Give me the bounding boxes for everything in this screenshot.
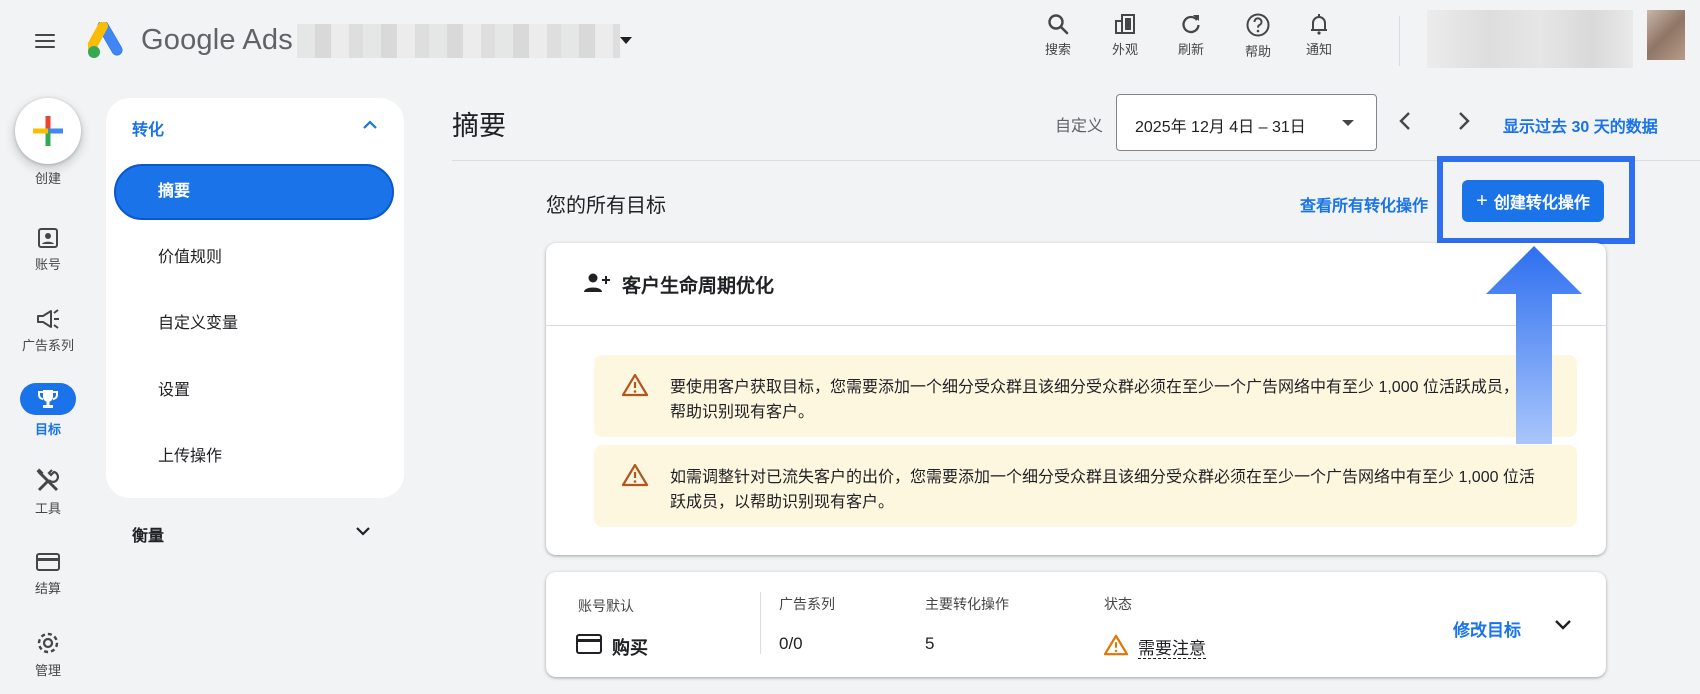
search-icon — [1048, 14, 1069, 35]
campaigns-value: 0/0 — [779, 634, 803, 653]
warning-icon — [622, 463, 648, 487]
search-label: 搜索 — [1044, 42, 1071, 57]
rail-item-admin[interactable]: 管理 — [0, 630, 96, 679]
user-info-redacted[interactable] — [1427, 10, 1633, 68]
gear-icon — [37, 632, 59, 654]
next-period-icon[interactable] — [1453, 109, 1473, 133]
account-switcher-caret-icon[interactable] — [620, 37, 632, 44]
page-title: 摘要 — [452, 111, 506, 141]
main-menu-button[interactable] — [32, 30, 58, 52]
billing-icon — [576, 634, 602, 654]
purchase-goal-card[interactable]: 账号默认 购买 广告系列 0/0 主要转化操作 5 状态 需要注意 修改目标 — [546, 572, 1606, 677]
expand-chevron-icon[interactable] — [1552, 616, 1574, 634]
campaigns-column-label: 广告系列 — [779, 596, 835, 612]
rail-label-billing: 结算 — [34, 581, 61, 596]
product-name: Google Ads — [141, 24, 293, 56]
goals-section-title: 您的所有目标 — [546, 195, 666, 217]
bell-icon — [1311, 14, 1327, 35]
trophy-icon — [38, 390, 58, 408]
lifecycle-card-title: 客户生命周期优化 — [622, 276, 775, 297]
subnav-measure[interactable]: 衡量 — [132, 522, 164, 546]
notifications-label: 通知 — [1305, 42, 1332, 57]
tools-icon — [36, 468, 59, 492]
warning-text: 如需调整针对已流失客户的出价，您需要添加一个细分受众群且该细分受众群必须在至少一… — [670, 469, 1535, 511]
refresh-icon — [1182, 15, 1200, 34]
primary-actions-column-label: 主要转化操作 — [925, 596, 1009, 612]
warning-banner: 要使用客户获取目标，您需要添加一个细分受众群且该细分受众群必须在至少一个广告网络… — [594, 355, 1577, 437]
date-custom-label: 自定义 — [1055, 118, 1104, 135]
help-button[interactable]: 帮助 — [1233, 12, 1283, 60]
toolbar-divider — [1399, 16, 1400, 66]
plus-icon — [33, 116, 63, 146]
appearance-icon — [1115, 14, 1135, 34]
create-button[interactable] — [15, 98, 81, 164]
status-needs-attention[interactable]: 需要注意 — [1138, 639, 1206, 659]
campaign-icon — [37, 309, 59, 329]
chevron-down-icon[interactable] — [354, 524, 372, 538]
notifications-button[interactable]: 通知 — [1294, 12, 1344, 58]
refresh-label: 刷新 — [1177, 42, 1204, 57]
create-label: 创建 — [34, 171, 61, 186]
subnav-item-uploads[interactable]: 上传操作 — [114, 429, 394, 485]
appearance-button[interactable]: 外观 — [1100, 12, 1150, 58]
rail-item-account[interactable]: 账号 — [0, 226, 96, 273]
rail-label-campaigns: 广告系列 — [21, 338, 74, 353]
rail-item-campaigns[interactable]: 广告系列 — [0, 307, 96, 354]
goals-active-pill — [20, 383, 76, 415]
avatar[interactable] — [1647, 10, 1685, 60]
appearance-label: 外观 — [1111, 42, 1138, 57]
card-divider — [760, 592, 761, 654]
rail-item-goals[interactable]: 目标 — [0, 383, 96, 438]
rail-label-goals: 目标 — [34, 422, 61, 437]
subnav-item-summary[interactable]: 摘要 — [114, 164, 394, 220]
edit-goal-link[interactable]: 修改目标 — [1453, 616, 1521, 641]
subnav-item-settings[interactable]: 设置 — [114, 363, 394, 419]
search-button[interactable]: 搜索 — [1033, 12, 1083, 58]
date-range-value: 2025年 12月 4日 – 31日 — [1135, 119, 1306, 136]
caret-down-icon — [1342, 120, 1354, 126]
annotation-arrow-icon — [1486, 246, 1582, 444]
account-icon — [38, 228, 58, 248]
rail-item-tools[interactable]: 工具 — [0, 468, 96, 517]
billing-icon — [36, 553, 60, 571]
help-label: 帮助 — [1244, 44, 1271, 59]
refresh-button[interactable]: 刷新 — [1166, 12, 1216, 58]
help-icon — [1246, 13, 1270, 37]
goal-name: 购买 — [612, 638, 648, 658]
warning-icon — [1104, 634, 1128, 656]
account-name-redacted[interactable] — [297, 24, 620, 58]
status-column-label: 状态 — [1104, 596, 1132, 612]
date-range-select[interactable]: 2025年 12月 4日 – 31日 — [1116, 94, 1377, 151]
chevron-up-icon[interactable] — [361, 118, 379, 132]
warning-text: 要使用客户获取目标，您需要添加一个细分受众群且该细分受众群必须在至少一个广告网络… — [670, 379, 1535, 421]
conversions-subnav: 转化 摘要 价值规则 自定义变量 设置 上传操作 — [106, 98, 404, 498]
rail-create-label-wrap: 创建 — [0, 168, 96, 187]
previous-period-icon[interactable] — [1396, 109, 1416, 133]
view-all-conversions-link[interactable]: 查看所有转化操作 — [1300, 192, 1428, 216]
warning-banner: 如需调整针对已流失客户的出价，您需要添加一个细分受众群且该细分受众群必须在至少一… — [594, 445, 1577, 527]
rail-item-billing[interactable]: 结算 — [0, 550, 96, 597]
rail-label-admin: 管理 — [34, 663, 61, 678]
lifecycle-optimization-card: 客户生命周期优化 要使用客户获取目标，您需要添加一个细分受众群且该细分受众群必须… — [546, 243, 1606, 555]
google-ads-logo — [88, 22, 123, 58]
status-value[interactable]: 需要注意 — [1138, 634, 1206, 659]
annotation-highlight-box — [1437, 156, 1635, 244]
warning-icon — [622, 373, 648, 397]
rail-label-account: 账号 — [34, 257, 61, 272]
subnav-item-custom-variables[interactable]: 自定义变量 — [114, 296, 394, 352]
top-bar: Google Ads 搜索 外观 刷新 帮助 通知 — [0, 0, 1700, 84]
primary-actions-value: 5 — [925, 634, 935, 653]
subnav-section-title[interactable]: 转化 — [132, 116, 164, 140]
card-divider — [546, 325, 1606, 326]
person-add-icon — [584, 273, 610, 292]
account-default-label: 账号默认 — [578, 598, 634, 614]
subnav-item-value-rules[interactable]: 价值规则 — [114, 230, 394, 286]
show-last-30-days-link[interactable]: 显示过去 30 天的数据 — [1503, 113, 1658, 137]
rail-label-tools: 工具 — [34, 501, 61, 516]
